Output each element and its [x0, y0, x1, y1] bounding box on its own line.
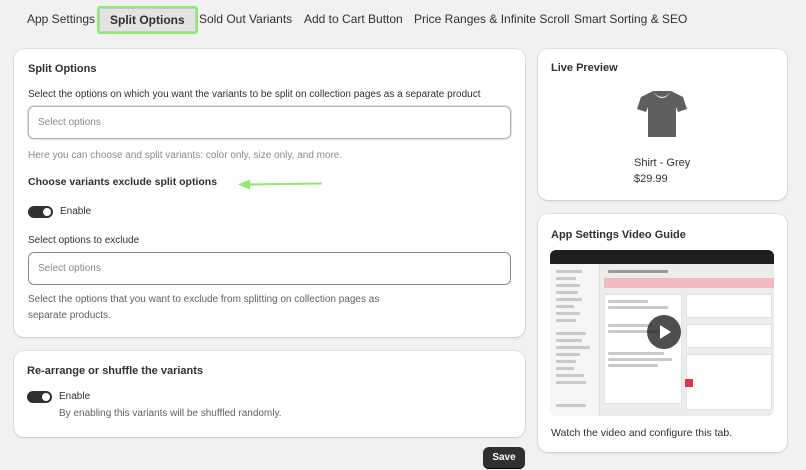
split-options-select[interactable]: Select options	[28, 106, 511, 139]
exclude-split-heading: Choose variants exclude split options	[28, 176, 218, 188]
exclude-options-help-line2: separate products.	[28, 310, 111, 321]
split-options-description: Select the options on which you want the…	[28, 89, 481, 100]
shuffle-enable-label: Enable	[59, 391, 91, 402]
tab-smart-sorting-seo[interactable]: Smart Sorting & SEO	[574, 12, 687, 26]
exclude-enable-toggle[interactable]	[28, 206, 53, 218]
exclude-options-help-line1: Select the options that you want to excl…	[28, 294, 380, 305]
tab-add-to-cart-button[interactable]: Add to Cart Button	[304, 12, 403, 26]
annotation-arrow	[238, 179, 323, 190]
product-price: $29.99	[634, 173, 668, 185]
video-topbar	[550, 250, 774, 264]
tab-app-settings[interactable]: App Settings	[27, 12, 95, 26]
shuffle-help: By enabling this variants will be shuffl…	[59, 408, 282, 419]
tab-bar: App Settings Split Options Sold Out Vari…	[0, 0, 806, 42]
video-guide-title: App Settings Video Guide	[551, 229, 686, 241]
video-main-area	[604, 268, 774, 416]
split-options-help: Here you can choose and split variants: …	[28, 150, 343, 161]
exclude-enable-label: Enable	[60, 206, 92, 217]
product-name: Shirt - Grey	[634, 157, 691, 169]
tab-split-options[interactable]: Split Options	[97, 6, 198, 34]
live-preview-title: Live Preview	[551, 62, 618, 74]
exclude-options-label: Select options to exclude	[28, 235, 140, 246]
shuffle-card	[14, 351, 525, 437]
split-options-title: Split Options	[28, 63, 97, 75]
video-sidebar	[550, 264, 600, 416]
shuffle-enable-toggle[interactable]	[27, 391, 52, 403]
save-button[interactable]: Save	[483, 447, 525, 469]
product-image	[637, 91, 687, 137]
exclude-options-select[interactable]: Select options	[28, 252, 511, 285]
play-icon[interactable]	[647, 315, 681, 349]
tab-sold-out-variants[interactable]: Sold Out Variants	[199, 12, 292, 26]
video-color-swatch	[685, 379, 693, 387]
video-guide-caption: Watch the video and configure this tab.	[551, 427, 733, 439]
shuffle-title: Re-arrange or shuffle the variants	[27, 365, 204, 377]
video-thumbnail[interactable]	[550, 250, 774, 416]
tab-price-ranges-infinite-scroll[interactable]: Price Ranges & Infinite Scroll	[414, 12, 569, 26]
